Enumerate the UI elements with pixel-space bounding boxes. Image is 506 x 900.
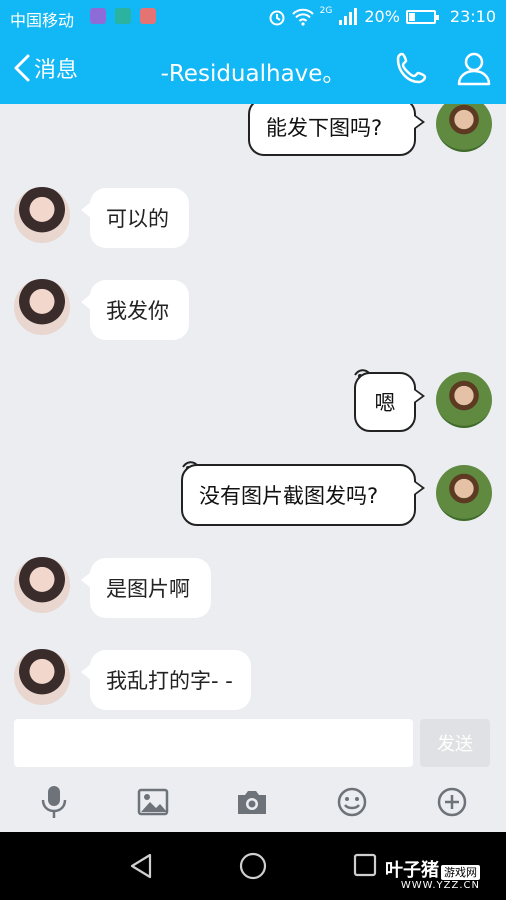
message-bubble-received[interactable]: 我乱打的字- - [81,650,251,710]
my-avatar[interactable] [436,104,492,152]
home-circle-icon[interactable] [239,852,267,880]
emoji-button[interactable] [334,784,370,820]
message-bubble-received[interactable]: 是图片啊 [81,558,211,618]
message-input[interactable] [14,719,413,767]
message-text: 可以的 [106,207,169,231]
send-button[interactable]: 发送 [420,719,490,767]
clock: 23:10 [449,7,496,26]
message-text: 能发下图吗? [266,116,383,140]
camera-icon [238,791,266,814]
recents-square-icon[interactable] [353,852,377,878]
image-button[interactable] [135,784,171,820]
message-text: 我乱打的字- - [106,669,233,693]
battery-percent: 20% [364,7,400,26]
more-button[interactable] [434,784,470,820]
message-bubble-sent[interactable]: 嗯 [354,372,425,432]
message-list[interactable]: 能发下图吗? 可以的 我发你 嗯 没有图片截图发吗? 是图片啊 我乱打的字- - [0,104,506,714]
back-triangle-icon[interactable] [128,852,154,880]
message-text: 没有图片截图发吗? [199,484,379,508]
network-type-label: 2G [319,5,333,16]
chat-header: 消息 -Residualhave。 [0,34,506,104]
status-bar: 中国移动 2G 20% 23:10 [0,0,506,34]
message-bubble-sent[interactable]: 没有图片截图发吗? [181,464,425,526]
watermark-logo: 叶子猪 游戏网 WWW.YZZ.CN [385,856,480,891]
contact-icon[interactable] [456,50,492,86]
watermark-brand: 叶子猪 [385,860,439,881]
message-bubble-sent[interactable]: 能发下图吗? [248,104,425,156]
message-bubble-received[interactable]: 我发你 [81,280,189,340]
plus-icon [437,787,467,817]
top-bar: 中国移动 2G 20% 23:10 消息 -Residualhave。 [0,0,506,104]
voice-button[interactable] [36,784,72,820]
notification-app-icon [90,8,106,24]
input-bar: 发送 [0,714,506,832]
camera-button[interactable] [234,784,270,820]
my-avatar[interactable] [436,372,492,428]
wifi-icon [291,8,314,26]
system-nav-bar: 叶子猪 游戏网 WWW.YZZ.CN [0,832,506,900]
my-avatar[interactable] [436,465,492,521]
notification-app-icon [115,8,131,24]
message-text: 是图片啊 [106,577,190,601]
image-icon [137,788,169,816]
message-text: 我发你 [106,299,169,323]
microphone-icon [41,786,67,818]
contact-avatar[interactable] [14,649,70,705]
chat-title: -Residualhave。 [160,61,346,87]
contact-avatar[interactable] [14,279,70,335]
emoji-icon [337,787,367,817]
message-text: 嗯 [374,391,396,415]
contact-avatar[interactable] [14,557,70,613]
notification-app-icon [140,8,156,24]
signal-icon [339,7,358,25]
phone-icon[interactable] [394,50,430,86]
message-bubble-received[interactable]: 可以的 [81,188,189,248]
alarm-icon [269,10,285,25]
watermark-tag: 游戏网 [441,865,480,880]
battery-icon [405,9,439,24]
contact-avatar[interactable] [14,187,70,243]
watermark-url: WWW.YZZ.CN [400,880,480,891]
carrier-label: 中国移动 [10,11,75,30]
